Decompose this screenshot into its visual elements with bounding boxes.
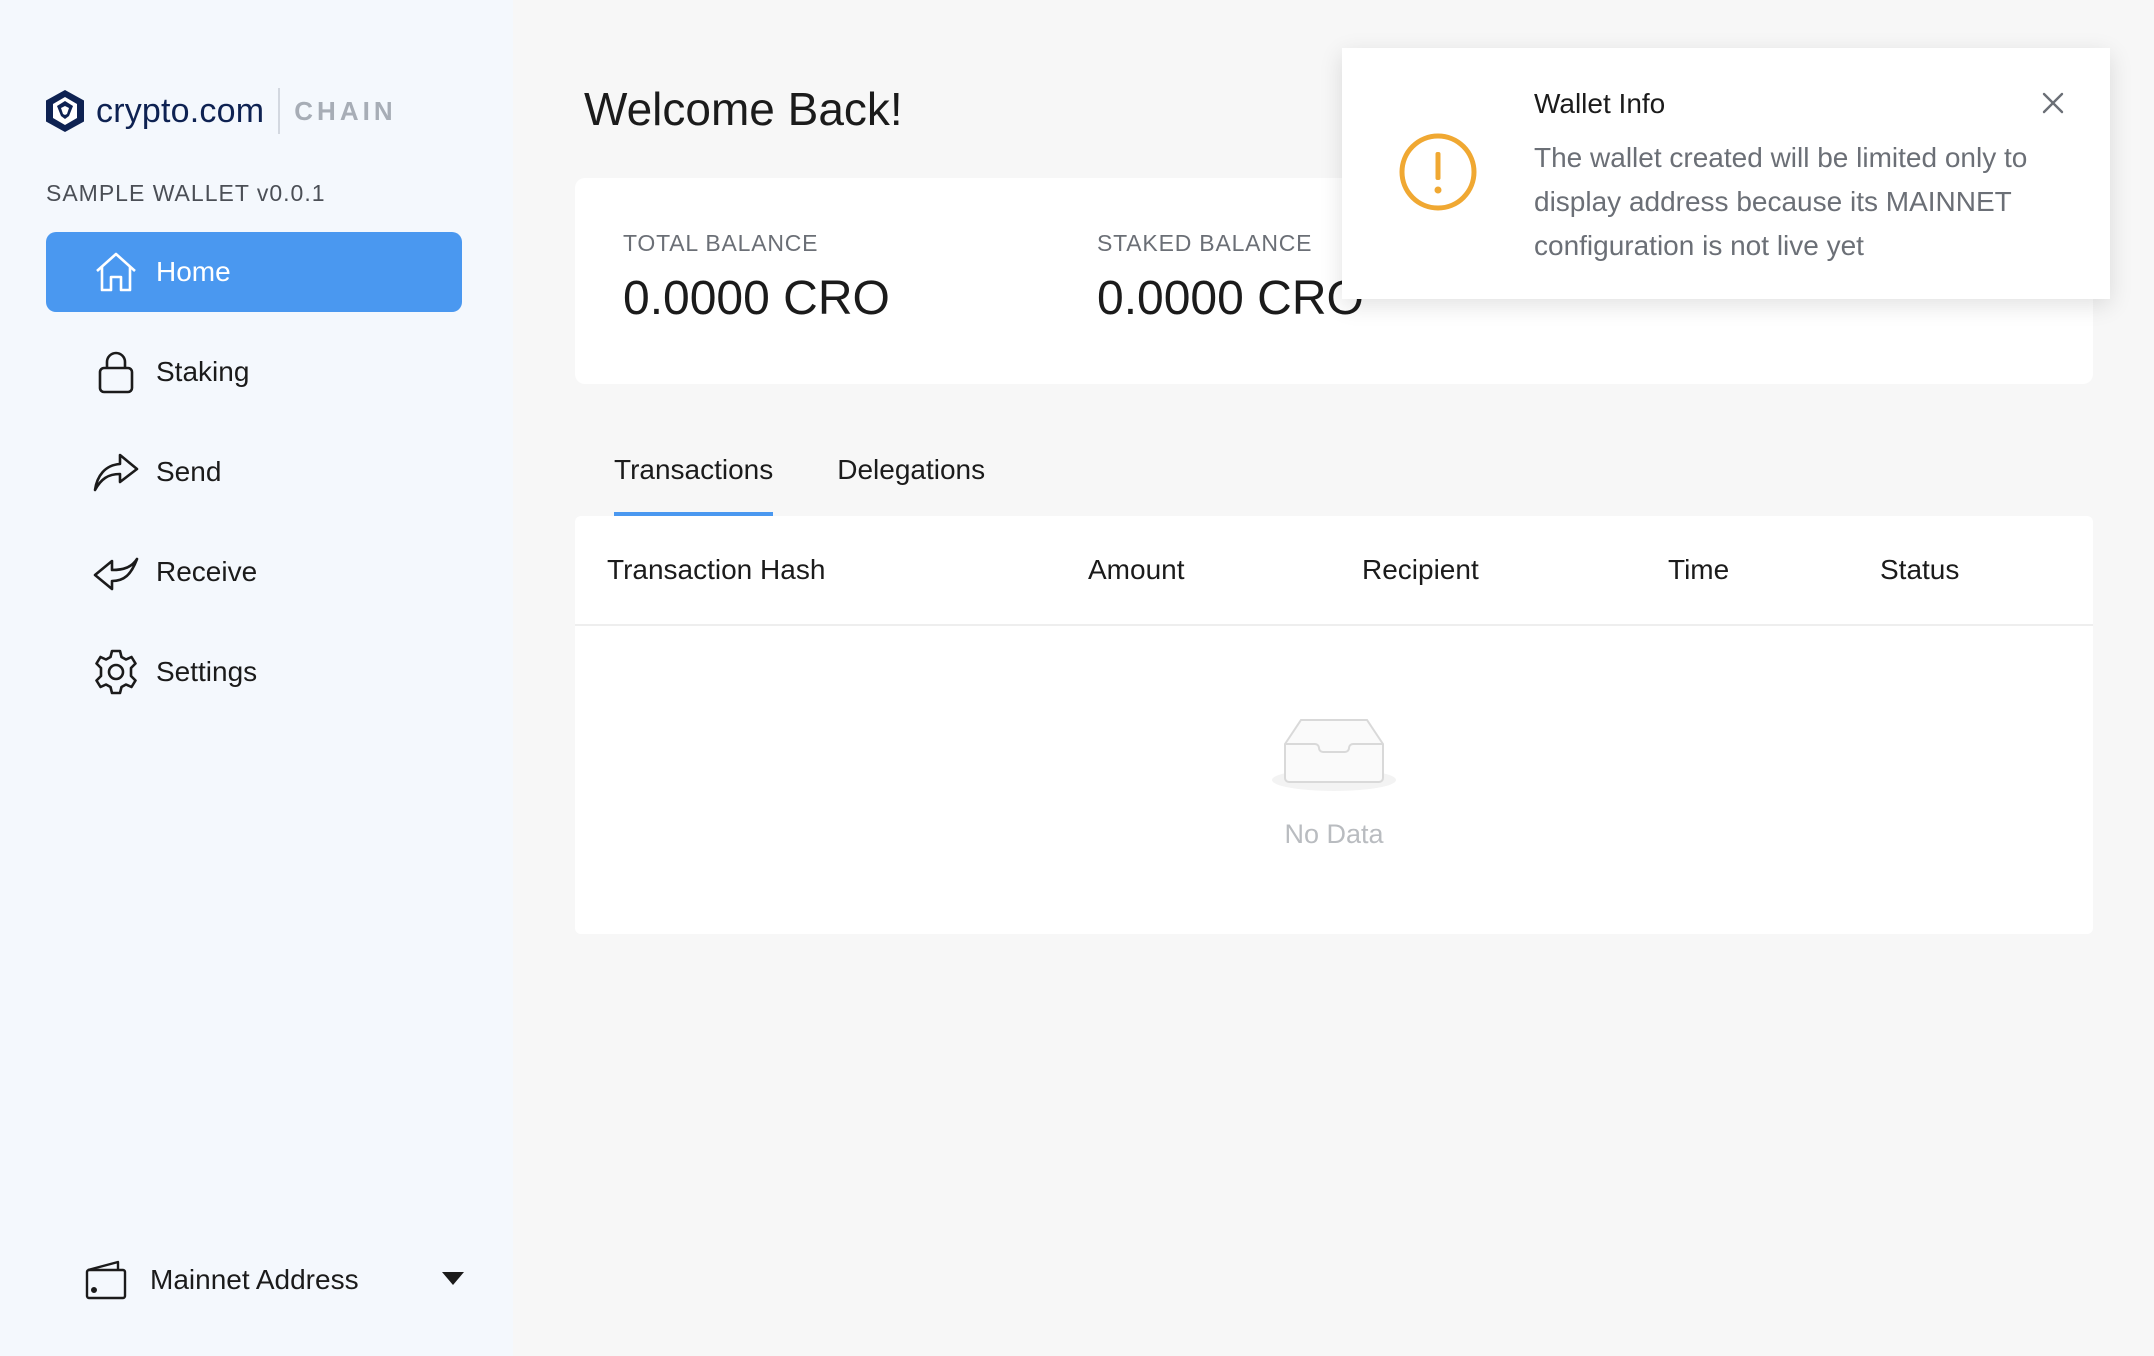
table-header: Transaction Hash Amount Recipient Time S… xyxy=(575,516,2093,626)
crypto-com-logo-icon xyxy=(46,90,84,132)
brand-logo[interactable]: crypto.com CHAIN xyxy=(44,86,397,136)
sidebar-item-label: Receive xyxy=(156,556,258,587)
column-header[interactable]: Recipient xyxy=(1362,554,1479,586)
logo-divider xyxy=(278,88,281,134)
transactions-table: Transaction Hash Amount Recipient Time S… xyxy=(575,516,2093,934)
tab-delegations[interactable]: Delegations xyxy=(837,448,985,516)
sidebar-item-send[interactable]: Send xyxy=(46,432,462,512)
balance-value: 0.0000 CRO xyxy=(623,272,890,325)
balance-label: TOTAL BALANCE xyxy=(623,230,819,256)
empty-state-text: No Data xyxy=(1284,819,1384,849)
sidebar-item-label: Staking xyxy=(156,356,250,387)
sidebar-item-receive[interactable]: Receive xyxy=(46,532,462,612)
sidebar-item-label: Send xyxy=(156,456,222,487)
tab-transactions[interactable]: Transactions xyxy=(614,448,774,516)
balance-value: 0.0000 CRO xyxy=(1097,272,1364,325)
lock-icon xyxy=(92,348,140,396)
empty-inbox-icon xyxy=(1272,719,1396,791)
column-header[interactable]: Time xyxy=(1668,554,1729,586)
notification-title: Wallet Info xyxy=(1534,88,1666,119)
tab-bar: Transactions Delegations xyxy=(614,448,1049,516)
send-arrow-icon xyxy=(92,448,140,496)
sidebar-item-home[interactable]: Home xyxy=(46,232,462,312)
warning-icon xyxy=(1399,133,1477,211)
receive-arrow-icon xyxy=(92,548,140,596)
sidebar-nav: Home Staking Send Receive Settings xyxy=(46,232,462,732)
address-selector-label: Mainnet Address xyxy=(150,1264,359,1295)
empty-state: No Data xyxy=(575,708,2093,850)
brand-name: crypto.com xyxy=(96,91,265,130)
column-header[interactable]: Transaction Hash xyxy=(607,554,825,586)
gear-icon xyxy=(92,648,140,696)
address-selector[interactable]: Mainnet Address xyxy=(84,1254,464,1306)
sidebar: crypto.com CHAIN SAMPLE WALLET v0.0.1 Ho… xyxy=(0,0,513,1356)
sidebar-item-label: Home xyxy=(156,256,231,287)
page-title: Welcome Back! xyxy=(584,83,903,135)
sidebar-item-staking[interactable]: Staking xyxy=(46,332,462,412)
caret-down-icon xyxy=(442,1272,464,1285)
sidebar-item-settings[interactable]: Settings xyxy=(46,632,462,712)
sidebar-item-label: Settings xyxy=(156,656,258,687)
wallet-version: SAMPLE WALLET v0.0.1 xyxy=(46,180,326,206)
staked-balance: STAKED BALANCE 0.0000 CRO xyxy=(1097,230,1364,326)
notification-body: The wallet created will be limited only … xyxy=(1534,142,2028,261)
wallet-info-notification: Wallet Info The wallet created will be l… xyxy=(1342,48,2110,299)
brand-product: CHAIN xyxy=(294,95,397,126)
column-header[interactable]: Status xyxy=(1880,554,1959,586)
total-balance: TOTAL BALANCE 0.0000 CRO xyxy=(623,230,890,326)
close-icon[interactable] xyxy=(2038,88,2068,118)
column-header[interactable]: Amount xyxy=(1088,554,1185,586)
balance-label: STAKED BALANCE xyxy=(1097,230,1313,256)
home-icon xyxy=(92,248,140,296)
wallet-icon xyxy=(85,1260,127,1300)
